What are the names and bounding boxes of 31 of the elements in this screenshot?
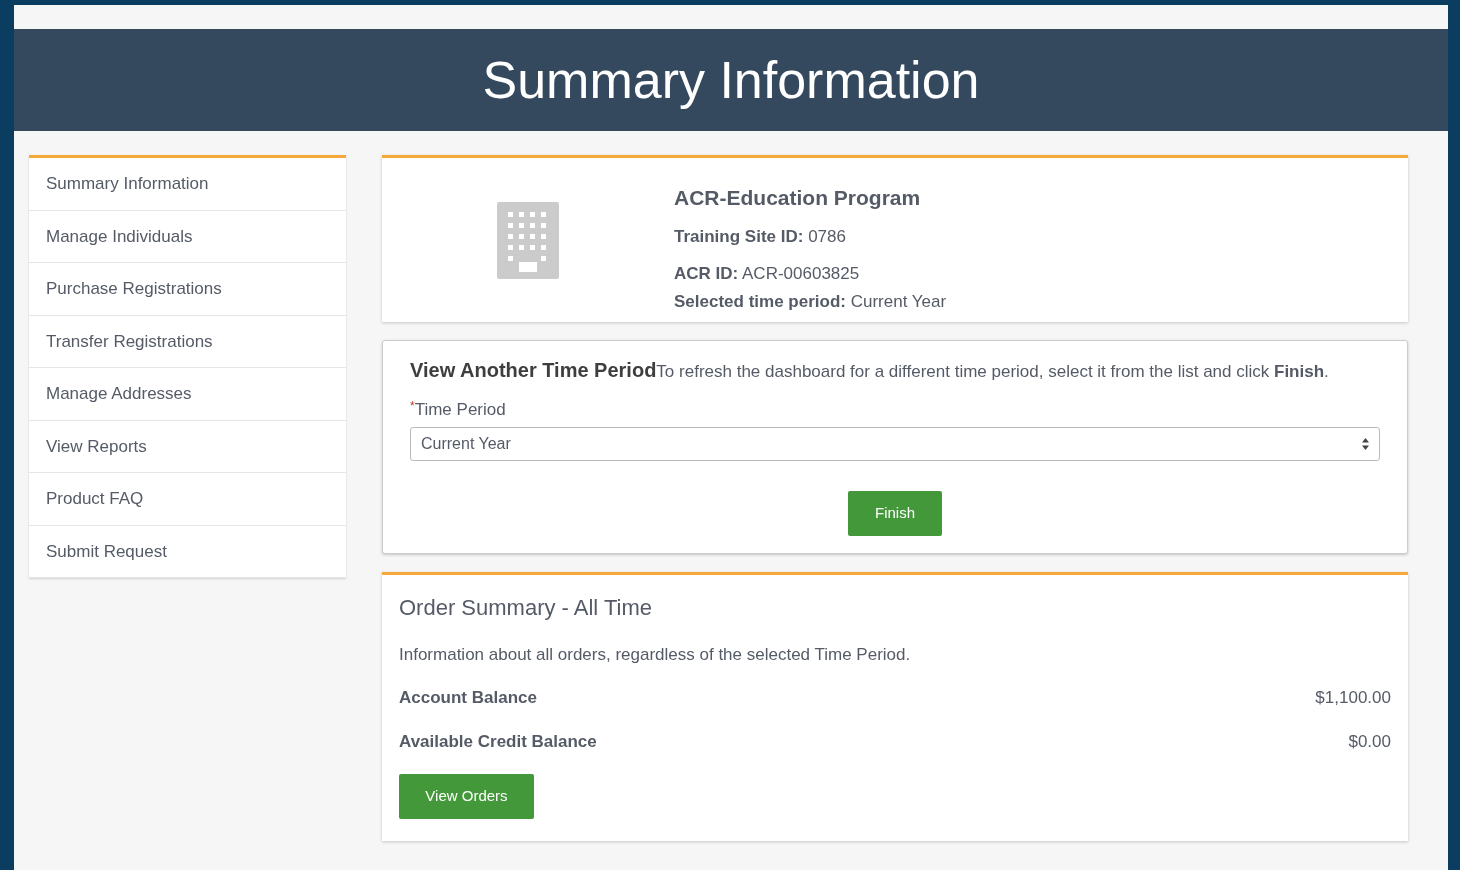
- sidebar-link[interactable]: View Reports: [29, 420, 346, 473]
- sort-arrows-icon: [1362, 437, 1369, 450]
- card-title: Order Summary - All Time: [399, 593, 653, 622]
- field-value: 0786: [808, 226, 846, 246]
- balance-value: $0.00: [1348, 730, 1391, 753]
- description-text: Information about all orders, regardless of the selected Time Period.: [399, 643, 912, 666]
- field-value: ACR-00603825: [742, 264, 860, 283]
- card-title: View Another Time Period: [410, 358, 657, 383]
- field-label: ACR ID:: [674, 264, 739, 283]
- sidebar-link[interactable]: Purchase Registrations: [29, 263, 346, 316]
- sidebar-link[interactable]: Product FAQ: [29, 473, 346, 526]
- field-label: Time Period: [414, 400, 506, 419]
- sidebar-link[interactable]: Manage Addresses: [29, 368, 346, 421]
- sidebar-link[interactable]: Transfer Registrations: [29, 315, 346, 368]
- building-icon: [497, 201, 559, 279]
- balance-label: Account Balance: [399, 687, 537, 709]
- balance-label: Available Credit Balance: [399, 730, 597, 753]
- required-mark: *: [410, 399, 415, 413]
- field-label: Selected time period:: [674, 291, 846, 311]
- page-title: Summary Information: [482, 49, 980, 111]
- sidebar-link[interactable]: Submit Request: [29, 525, 346, 578]
- program-title: ACR-Education Program: [674, 185, 921, 211]
- sidebar-link[interactable]: Summary Information: [29, 158, 346, 211]
- instructions-text: To refresh the dashboard for a different time period, select it from the list and click Finish.: [656, 361, 1329, 383]
- field-label: Training Site ID:: [674, 226, 804, 246]
- sidebar-link[interactable]: Manage Individuals: [29, 210, 346, 263]
- finish-button[interactable]: Finish: [848, 490, 942, 536]
- field-value: Current Year: [850, 291, 947, 311]
- view-orders-button[interactable]: View Orders: [399, 774, 534, 819]
- balance-value: $1,100.00: [1315, 687, 1391, 709]
- time-period-select[interactable]: Current Year: [410, 426, 1380, 461]
